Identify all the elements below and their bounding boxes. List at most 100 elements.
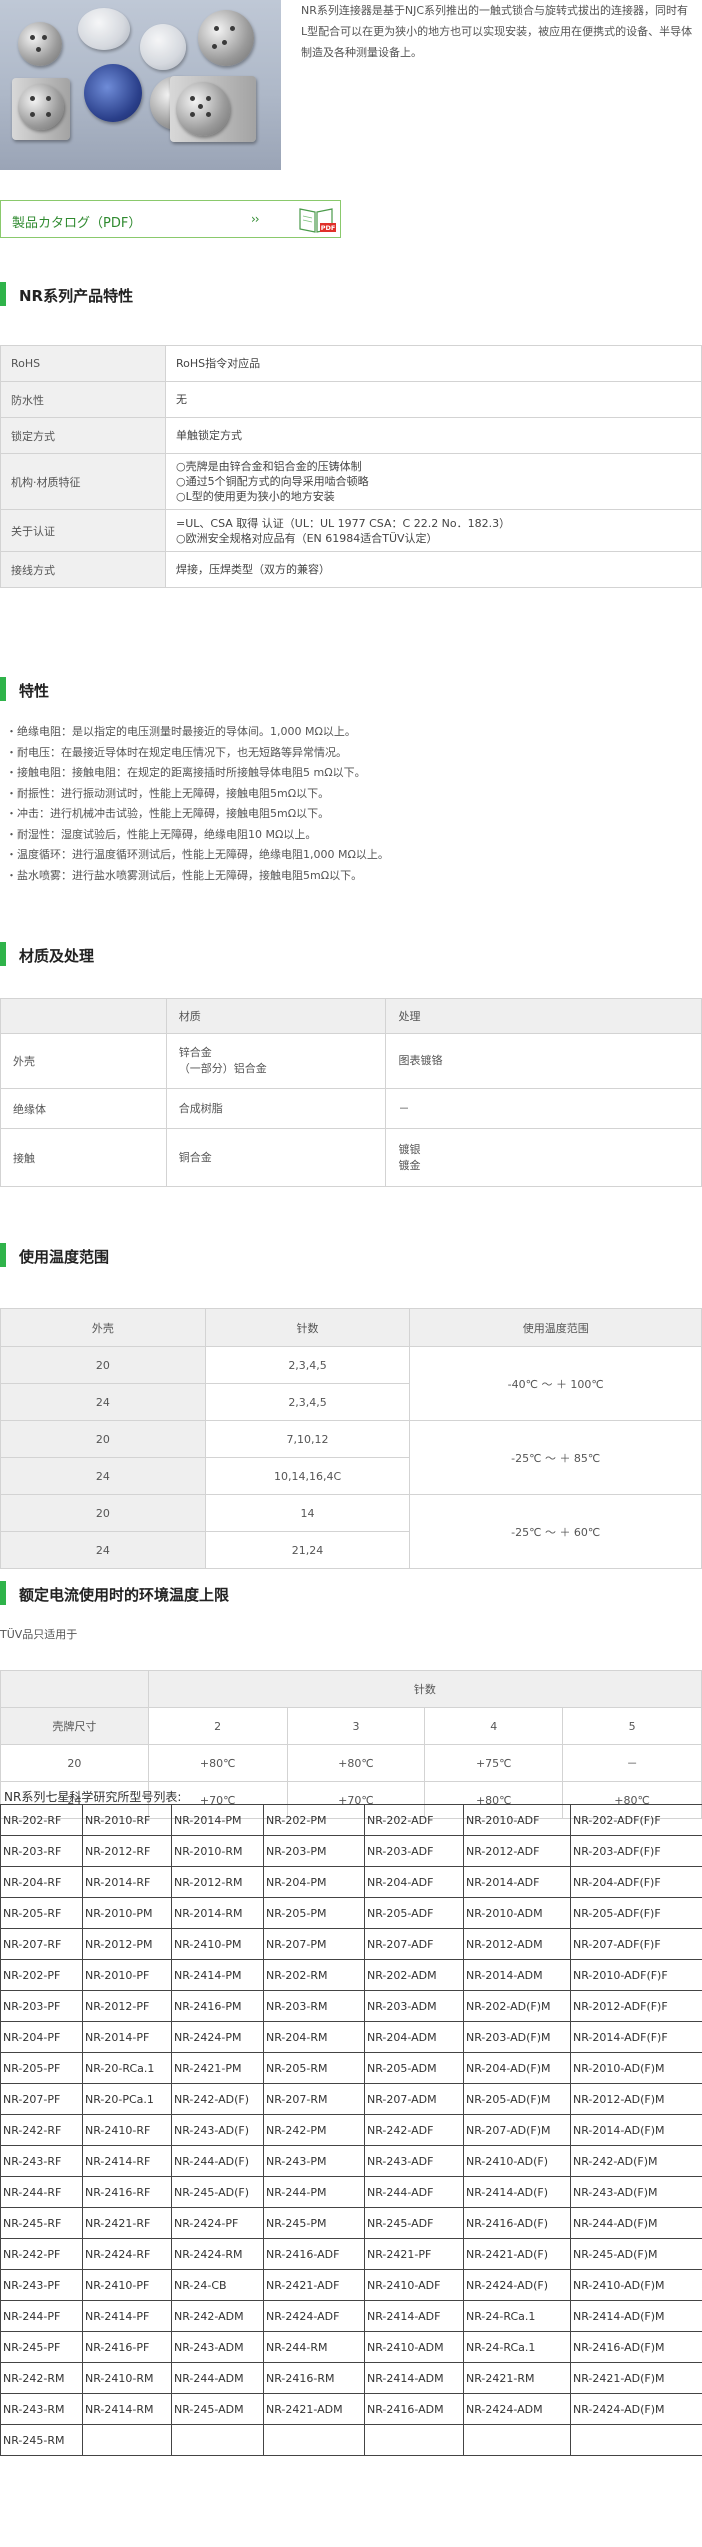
env-size: 20 [0, 1744, 149, 1782]
material-row: 绝缘体 合成树脂 － [0, 1088, 702, 1129]
model-cell: NR-245-ADM [171, 2393, 264, 2425]
model-cell: NR-207-PM [263, 1928, 365, 1960]
characteristic-item: ・温度循环：进行温度循环测试后，性能上无障碍，绝缘电阻1,000 MΩ以上。 [6, 848, 389, 861]
spec-key: 接线方式 [0, 551, 166, 588]
model-cell: NR-2414-ADF [364, 2300, 464, 2332]
model-cell: NR-243-PM [263, 2145, 365, 2177]
model-cell: NR-204-ADF(F)F [570, 1866, 702, 1898]
section-header-temperature: 使用温度范围 [0, 1243, 702, 1267]
env-pin-count: 2 [147, 1707, 288, 1745]
model-cell: NR-202-RF [0, 1804, 83, 1836]
cell-line: 镀银 [398, 1142, 421, 1156]
temp-header-cell: 针数 [204, 1308, 411, 1347]
temp-pins: 10,14,16,4C [204, 1457, 411, 1495]
model-cell: NR-2424-PF [171, 2207, 264, 2239]
model-cell: NR-2416-RM [263, 2362, 365, 2394]
model-cell: NR-243-AD(F)M [570, 2176, 702, 2208]
model-cell: NR-242-RF [0, 2114, 83, 2146]
model-cell: NR-2014-AD(F)M [570, 2114, 702, 2146]
temp-header-row: 外壳 针数 使用温度范围 [0, 1308, 702, 1347]
model-cell: NR-2410-RF [82, 2114, 172, 2146]
spec-key: 锁定方式 [0, 417, 166, 454]
model-row: NR-204-RF NR-2014-RF NR-2012-RM NR-204-PM NR… [0, 1866, 702, 1898]
material-header-cell [0, 998, 167, 1034]
model-cell: NR-242-AD(F)M [570, 2145, 702, 2177]
env-pin-count: 4 [424, 1707, 564, 1745]
model-cell: NR-244-ADF [364, 2176, 464, 2208]
model-cell: NR-203-PF [0, 1990, 83, 2022]
model-cell [263, 2424, 365, 2456]
model-cell: NR-2010-RM [171, 1835, 264, 1867]
model-cell: NR-244-RF [0, 2176, 83, 2208]
material-mat: 合成树脂 [165, 1088, 387, 1129]
model-cell: NR-202-ADF [364, 1804, 464, 1836]
model-cell: NR-2421-ADF [263, 2269, 365, 2301]
model-cell: NR-2410-ADM [364, 2331, 464, 2363]
model-row: NR-244-PF NR-2414-PF NR-242-ADM NR-2424-ADF… [0, 2300, 702, 2332]
model-cell: NR-205-ADM [364, 2052, 464, 2084]
cell-line: ○通过5个铜配方式的向导采用啮合顿略 [176, 475, 369, 488]
model-cell: NR-242-AD(F) [171, 2083, 264, 2115]
model-cell: NR-2010-ADM [463, 1897, 571, 1929]
spec-row: 锁定方式 单触锁定方式 [0, 417, 702, 454]
spec-row: 关于认证 =UL、CSA 取得 认证（UL：UL 1977 CSA：C 22.2 … [0, 509, 702, 552]
model-cell: NR-245-ADF [364, 2207, 464, 2239]
model-cell: NR-2012-AD(F)M [570, 2083, 702, 2115]
model-cell [570, 2424, 702, 2456]
cell-line: ○欧洲安全规格对应品有（EN 61984适合TÜV认定） [176, 531, 438, 545]
characteristic-item: ・耐湿性：湿度试验后，性能上无障碍，绝缘电阻10 MΩ以上。 [6, 827, 317, 841]
model-cell: NR-205-AD(F)M [463, 2083, 571, 2115]
model-cell: NR-2012-RF [82, 1835, 172, 1867]
model-cell: NR-2416-ADM [364, 2393, 464, 2425]
model-cell: NR-2421-PM [171, 2052, 264, 2084]
model-cell: NR-245-PF [0, 2331, 83, 2363]
catalog-pdf-link[interactable]: 製品カタログ（PDF） ›› PDF [0, 200, 341, 238]
model-cell: NR-2414-AD(F) [463, 2176, 571, 2208]
model-cell: NR-2421-AD(F)M [570, 2362, 702, 2394]
model-cell: NR-203-ADF [364, 1835, 464, 1867]
cell-line: 合成树脂 [178, 1101, 223, 1115]
cell-line: RoHS指令对应品 [176, 357, 261, 370]
model-cell: NR-20-RCa.1 [82, 2052, 172, 2084]
material-treatment: － [385, 1088, 702, 1129]
model-row: NR-245-PF NR-2416-PF NR-243-ADM NR-244-RM NR… [0, 2331, 702, 2363]
model-cell: NR-24-CB [171, 2269, 264, 2301]
material-mat: 铜合金 [165, 1128, 387, 1187]
model-cell: NR-2410-ADF [364, 2269, 464, 2301]
model-cell: NR-203-AD(F)M [463, 2021, 571, 2053]
temp-row: 20 2,3,4,5 -40℃ ～ ＋ 100℃ [0, 1346, 702, 1421]
material-header-row: 材质 处理 [0, 998, 702, 1034]
section-header-features: NR系列产品特性 [0, 282, 702, 306]
temp-shell: 20 [0, 1494, 206, 1532]
model-cell: NR-244-AD(F)M [570, 2207, 702, 2239]
model-cell [171, 2424, 264, 2456]
cell-line: ○壳牌是由锌合金和铝合金的压铸体制 [176, 460, 362, 473]
env-value: － [562, 1744, 702, 1782]
model-cell: NR-2410-AD(F)M [570, 2269, 702, 2301]
cell-line: ○L型的使用更为狭小的地方安装 [176, 490, 335, 503]
model-cell: NR-242-ADM [171, 2300, 264, 2332]
model-cell: NR-243-AD(F) [171, 2114, 264, 2146]
spec-value: 单触锁定方式 [165, 417, 702, 454]
model-cell: NR-207-ADF(F)F [570, 1928, 702, 1960]
model-cell: NR-24-RCa.1 [463, 2300, 571, 2332]
model-cell: NR-2424-RM [171, 2238, 264, 2270]
model-cell: NR-2012-PF [82, 1990, 172, 2022]
model-cell: NR-2414-PF [82, 2300, 172, 2332]
model-cell: NR-2414-AD(F)M [570, 2300, 702, 2332]
pdf-book-icon: PDF [299, 208, 336, 233]
model-cell: NR-2014-RF [82, 1866, 172, 1898]
temp-range: -40℃ ～ ＋ 100℃ [409, 1346, 702, 1421]
temp-shell: 24 [0, 1531, 206, 1569]
cell-line: 镀金 [398, 1158, 421, 1172]
characteristic-item: ・耐电压：在最接近导体时在规定电压情况下，也无短路等异常情况。 [6, 745, 347, 759]
material-treatment: 镀银 镀金 [385, 1128, 702, 1187]
model-cell: NR-2424-ADF [263, 2300, 365, 2332]
tuv-note: TÜV品只适用于 [0, 1628, 78, 1641]
model-cell: NR-203-RF [0, 1835, 83, 1867]
spec-value: 无 [165, 381, 702, 418]
model-row: NR-243-PF NR-2410-PF NR-24-CB NR-2421-ADF NR… [0, 2269, 702, 2301]
model-row: NR-207-PF NR-20-PCa.1 NR-242-AD(F) NR-207-R… [0, 2083, 702, 2115]
cell-line: 无 [176, 393, 187, 406]
env-pins-header: 针数 [147, 1670, 702, 1708]
